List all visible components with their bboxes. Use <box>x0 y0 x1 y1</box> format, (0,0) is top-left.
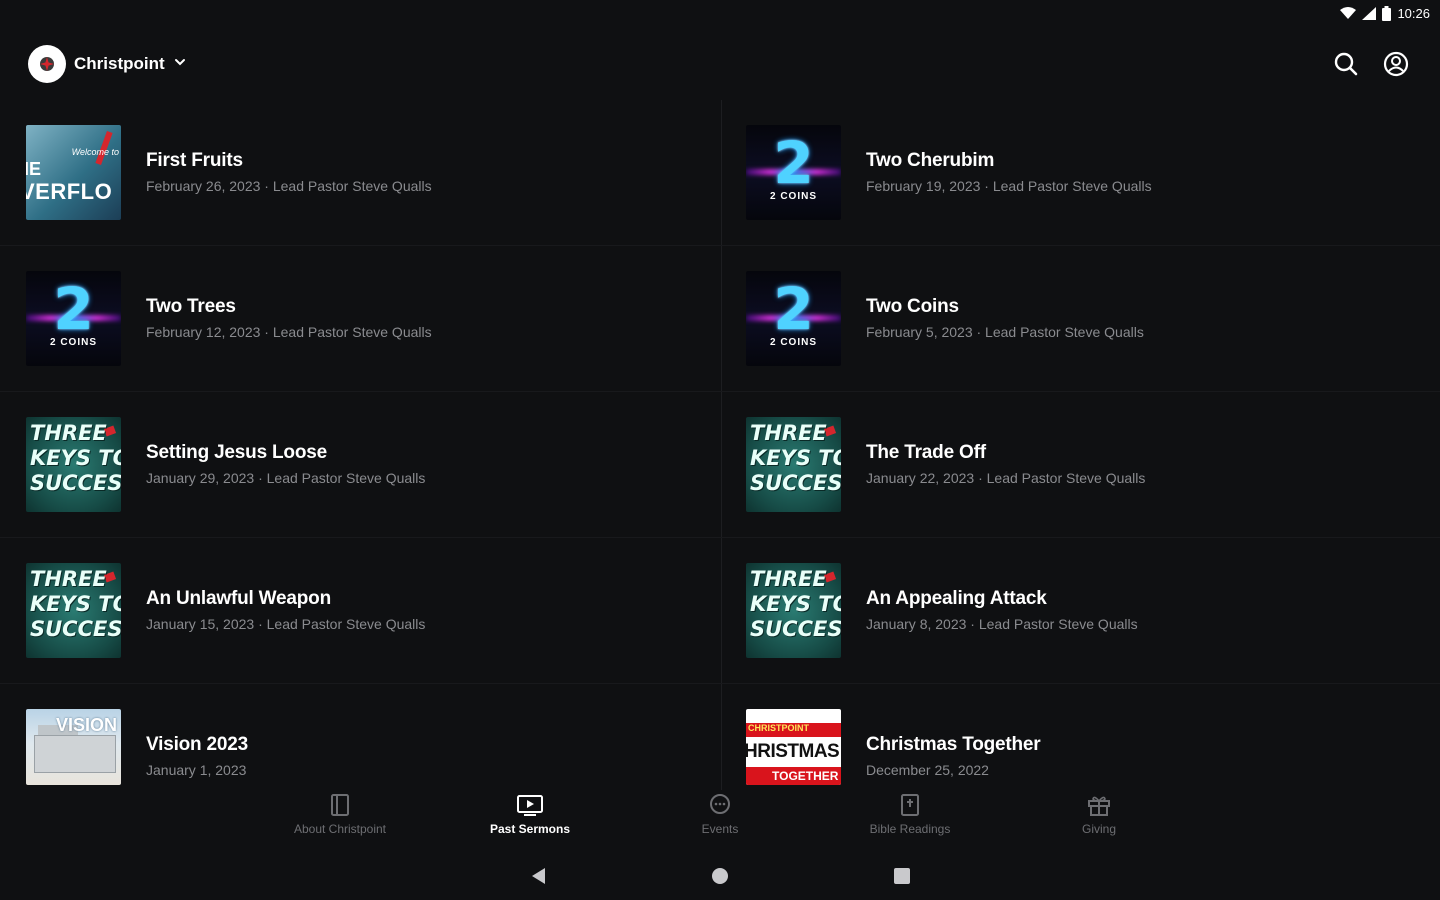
status-time: 10:26 <box>1397 6 1430 21</box>
app-bar: Christpoint <box>0 40 1440 88</box>
sermon-meta: January 15, 2023 · Lead Pastor Steve Qua… <box>146 616 426 632</box>
sermon-thumbnail: THREEKEYS TOSUCCESS <box>746 563 841 658</box>
wifi-icon <box>1340 7 1357 20</box>
sermon-title: The Trade Off <box>866 442 986 463</box>
chevron-down-icon <box>173 55 187 74</box>
sermon-thumbnail: THREEKEYS TOSUCCESS <box>746 417 841 512</box>
nav-events[interactable]: Events <box>650 790 790 844</box>
home-icon[interactable] <box>705 861 735 891</box>
sermon-meta: January 8, 2023 · Lead Pastor Steve Qual… <box>866 616 1138 632</box>
app-actions <box>1332 50 1410 78</box>
tv-play-icon <box>460 790 600 820</box>
sermon-title: An Unlawful Weapon <box>146 588 331 609</box>
sermon-title: First Fruits <box>146 150 243 171</box>
sermon-item[interactable]: 2 2 COINS Two Trees February 12, 2023 · … <box>0 246 720 392</box>
sermon-item[interactable]: THREEKEYS TOSUCCESS The Trade Off Januar… <box>720 392 1440 538</box>
christpoint-logo-icon <box>28 45 66 83</box>
sermon-title: Two Trees <box>146 296 236 317</box>
back-icon[interactable] <box>523 861 553 891</box>
sermon-item[interactable]: VISION Vision 2023 January 1, 2023 <box>0 684 720 790</box>
recents-icon[interactable] <box>887 861 917 891</box>
sermon-grid: Welcome to IE VERFLO First Fruits Februa… <box>0 100 1440 790</box>
bible-icon <box>840 790 980 820</box>
cell-signal-icon <box>1362 7 1377 20</box>
sermon-thumbnail: VISION <box>26 709 121 785</box>
sermon-item[interactable]: THREEKEYS TOSUCCESS An Appealing Attack … <box>720 538 1440 684</box>
sermon-title: Two Coins <box>866 296 959 317</box>
sermon-meta: January 22, 2023 · Lead Pastor Steve Qua… <box>866 470 1146 486</box>
nav-bible-readings[interactable]: Bible Readings <box>840 790 980 844</box>
sermon-thumbnail: 2 2 COINS <box>26 271 121 366</box>
sermon-item[interactable]: Welcome to IE VERFLO First Fruits Februa… <box>0 100 720 246</box>
nav-giving[interactable]: Giving <box>1029 790 1169 844</box>
nav-label: Past Sermons <box>489 822 571 836</box>
sermon-title: Setting Jesus Loose <box>146 442 327 463</box>
nav-label: Bible Readings <box>869 822 951 836</box>
sermon-meta: February 12, 2023 · Lead Pastor Steve Qu… <box>146 324 432 340</box>
account-icon[interactable] <box>1382 50 1410 78</box>
sermon-meta: February 26, 2023 · Lead Pastor Steve Qu… <box>146 178 432 194</box>
sermon-meta: February 5, 2023 · Lead Pastor Steve Qua… <box>866 324 1144 340</box>
sermon-meta: December 25, 2022 <box>866 762 989 778</box>
sermon-item[interactable]: CHRISTPOINT HRISTMAS TOGETHER Christmas … <box>720 684 1440 790</box>
sermon-thumbnail: CHRISTPOINT HRISTMAS TOGETHER <box>746 709 841 785</box>
nav-past-sermons[interactable]: Past Sermons <box>460 790 600 844</box>
sermon-thumbnail: 2 2 COINS <box>746 125 841 220</box>
sermon-meta: February 19, 2023 · Lead Pastor Steve Qu… <box>866 178 1152 194</box>
sermon-title: Christmas Together <box>866 734 1041 755</box>
sermon-thumbnail: 2 2 COINS <box>746 271 841 366</box>
status-icons: 10:26 <box>1340 6 1430 21</box>
search-icon[interactable] <box>1332 50 1360 78</box>
nav-label: About Christpoint <box>293 822 387 836</box>
nav-about-christpoint[interactable]: About Christpoint <box>270 790 410 844</box>
sermon-meta: January 29, 2023 · Lead Pastor Steve Qua… <box>146 470 426 486</box>
nav-label: Giving <box>1081 822 1116 836</box>
nav-label: Events <box>701 822 739 836</box>
system-nav-bar <box>0 855 1440 895</box>
sermon-thumbnail: Welcome to IE VERFLO <box>26 125 121 220</box>
sermon-thumbnail: THREEKEYS TOSUCCESS <box>26 417 121 512</box>
sermon-title: Two Cherubim <box>866 150 995 171</box>
sermon-title: Vision 2023 <box>146 734 249 755</box>
sermon-meta: January 1, 2023 <box>146 762 247 778</box>
sermon-item[interactable]: 2 2 COINS Two Cherubim February 19, 2023… <box>720 100 1440 246</box>
church-selector[interactable]: Christpoint <box>28 45 187 83</box>
sermon-item[interactable]: 2 2 COINS Two Coins February 5, 2023 · L… <box>720 246 1440 392</box>
bottom-nav: About Christpoint Past Sermons Events Bi… <box>0 788 1440 848</box>
chat-bubble-icon <box>650 790 790 820</box>
sermon-item[interactable]: THREEKEYS TOSUCCESS An Unlawful Weapon J… <box>0 538 720 684</box>
sermon-title: An Appealing Attack <box>866 588 1047 609</box>
book-icon <box>270 790 410 820</box>
sermon-thumbnail: THREEKEYS TOSUCCESS <box>26 563 121 658</box>
battery-icon <box>1382 6 1392 21</box>
sermon-item[interactable]: THREEKEYS TOSUCCESS Setting Jesus Loose … <box>0 392 720 538</box>
gift-icon <box>1029 790 1169 820</box>
church-name: Christpoint <box>74 54 165 73</box>
status-bar: 10:26 <box>0 0 1440 30</box>
